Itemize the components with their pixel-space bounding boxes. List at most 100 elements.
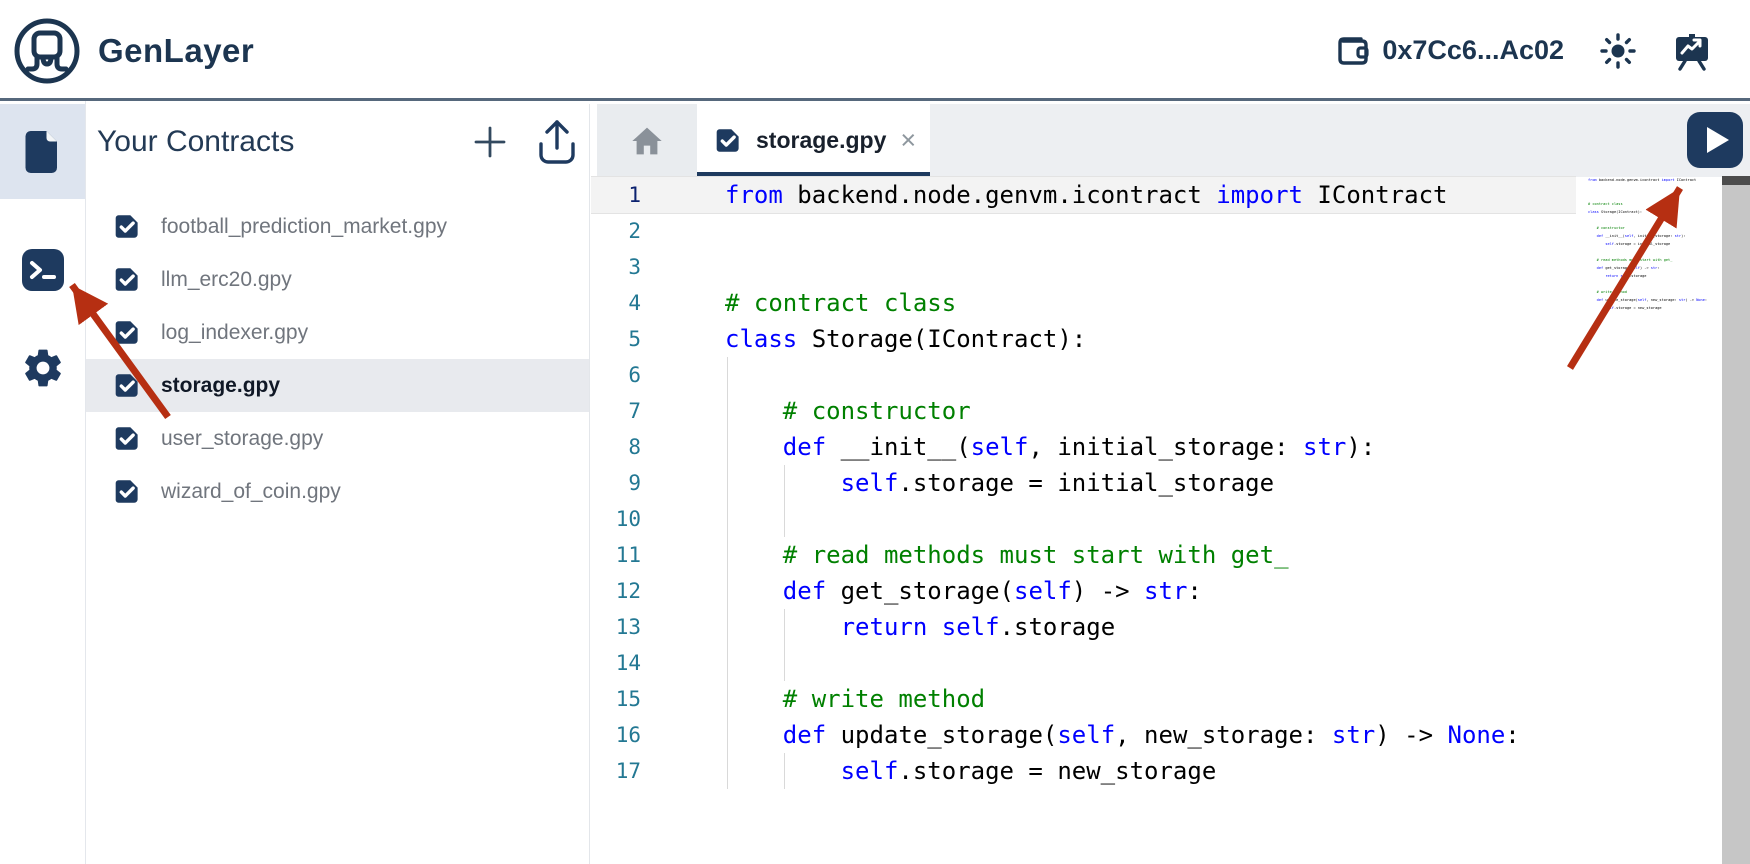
code-editor[interactable]: 1from backend.node.genvm.icontract impor…	[591, 177, 1576, 789]
code-text: def get_storage(self) -> str:	[1588, 266, 1659, 270]
minimap-line: def get_storage(self) -> str:	[1588, 264, 1718, 272]
code-line[interactable]: 16 def update_storage(self, new_storage:…	[591, 717, 1576, 753]
code-line[interactable]: 13 return self.storage	[591, 609, 1576, 645]
metrics-board-button[interactable]	[1672, 31, 1712, 71]
contract-file-name: log_indexer.gpy	[161, 321, 308, 345]
play-icon	[1707, 127, 1729, 153]
rail-item-settings[interactable]	[0, 320, 85, 415]
code-text: self.storage = new_storage	[725, 753, 1216, 789]
code-line[interactable]: 2	[591, 213, 1576, 249]
code-text: class Storage(IContract):	[725, 321, 1086, 357]
terminal-icon	[20, 247, 66, 293]
wallet-address-chip[interactable]: 0x7Cc6...Ac02	[1334, 32, 1564, 70]
code-text: # contract class	[725, 285, 956, 321]
contract-list-item[interactable]: llm_erc20.gpy	[86, 253, 589, 306]
code-line[interactable]: 1from backend.node.genvm.icontract impor…	[591, 177, 1576, 213]
file-check-icon	[114, 213, 141, 240]
run-contract-button[interactable]	[1687, 112, 1743, 168]
home-tab[interactable]	[597, 104, 697, 177]
line-number: 3	[591, 249, 641, 285]
code-line[interactable]: 3	[591, 249, 1576, 285]
code-line[interactable]: 14	[591, 645, 1576, 681]
activity-rail	[0, 104, 85, 864]
code-text: return self.storage	[725, 609, 1115, 645]
minimap-line: class Storage(IContract):	[1588, 208, 1718, 216]
contracts-panel-header: Your Contracts	[97, 112, 577, 172]
contract-file-name: llm_erc20.gpy	[161, 268, 292, 292]
indent-guide	[727, 357, 728, 393]
rail-item-contracts[interactable]	[0, 104, 85, 199]
scrollbar-thumb[interactable]	[1722, 176, 1750, 185]
code-line[interactable]: 9 self.storage = initial_storage	[591, 465, 1576, 501]
code-line[interactable]: 5 class Storage(IContract):	[591, 321, 1576, 357]
code-text: self.storage = initial_storage	[725, 465, 1274, 501]
sun-icon	[1598, 31, 1638, 71]
indent-guide	[784, 645, 785, 681]
tab-storage-gpy[interactable]: storage.gpy ×	[697, 104, 930, 177]
line-number: 14	[591, 645, 641, 681]
code-text: class Storage(IContract):	[1588, 210, 1642, 214]
contract-list-item[interactable]: user_storage.gpy	[86, 412, 589, 465]
genlayer-logo-icon	[12, 16, 82, 86]
editor-scrollbar[interactable]	[1722, 176, 1750, 864]
contract-list-item[interactable]: log_indexer.gpy	[86, 306, 589, 359]
minimap-line: def update_storage(self, new_storage: st…	[1588, 296, 1718, 304]
code-text: self.storage = initial_storage	[1588, 242, 1670, 246]
minimap-line: from backend.node.genvm.icontract import…	[1588, 176, 1718, 184]
line-number: 2	[591, 213, 641, 249]
indent-guide	[727, 645, 728, 681]
code-text: # constructor	[1588, 226, 1625, 230]
line-number: 1	[591, 177, 641, 213]
contract-list-item[interactable]: wizard_of_coin.gpy	[86, 465, 589, 518]
editor-minimap[interactable]: from backend.node.genvm.icontract import…	[1588, 176, 1718, 312]
code-text: # read methods must start with get_	[725, 537, 1289, 573]
line-number: 8	[591, 429, 641, 465]
close-tab-icon[interactable]: ×	[900, 127, 916, 154]
minimap-line: # contract class	[1588, 200, 1718, 208]
contracts-list: football_prediction_market.gpy llm_erc20…	[86, 200, 589, 518]
minimap-line	[1588, 280, 1718, 288]
gear-icon	[21, 346, 65, 390]
line-number: 9	[591, 465, 641, 501]
rail-item-terminal[interactable]	[0, 222, 85, 317]
add-contract-button[interactable]	[473, 125, 507, 159]
file-check-icon	[114, 372, 141, 399]
file-icon	[22, 129, 64, 175]
code-line[interactable]: 11 # read methods must start with get_	[591, 537, 1576, 573]
minimap-line: # read methods must start with get_	[1588, 256, 1718, 264]
code-line[interactable]: 17 self.storage = new_storage	[591, 753, 1576, 789]
minimap-line	[1588, 248, 1718, 256]
minimap-line: # constructor	[1588, 224, 1718, 232]
minimap-line	[1588, 216, 1718, 224]
code-text: self.storage = new_storage	[1588, 306, 1662, 310]
code-line[interactable]: 4# contract class	[591, 285, 1576, 321]
code-text: # contract class	[1588, 202, 1623, 206]
file-check-icon	[114, 319, 141, 346]
code-text: return self.storage	[1588, 274, 1646, 278]
line-number: 10	[591, 501, 641, 537]
wallet-icon	[1334, 32, 1372, 70]
line-number: 5	[591, 321, 641, 357]
contract-file-name: storage.gpy	[161, 374, 280, 398]
theme-toggle-button[interactable]	[1598, 31, 1638, 71]
indent-guide	[727, 501, 728, 537]
upload-contract-button[interactable]	[537, 118, 577, 166]
code-line[interactable]: 6	[591, 357, 1576, 393]
code-line[interactable]: 10	[591, 501, 1576, 537]
file-check-icon	[114, 425, 141, 452]
line-number: 16	[591, 717, 641, 753]
code-line[interactable]: 15 # write method	[591, 681, 1576, 717]
contracts-title: Your Contracts	[97, 125, 473, 159]
code-line[interactable]: 7 # constructor	[591, 393, 1576, 429]
code-line[interactable]: 8 def __init__(self, initial_storage: st…	[591, 429, 1576, 465]
code-text: def update_storage(self, new_storage: st…	[1588, 298, 1707, 302]
indent-guide	[784, 501, 785, 537]
contract-list-item[interactable]: football_prediction_market.gpy	[86, 200, 589, 253]
contract-list-item[interactable]: storage.gpy	[86, 359, 589, 412]
code-text: from backend.node.genvm.icontract import…	[1588, 178, 1696, 182]
file-check-icon	[715, 127, 742, 154]
minimap-line	[1588, 192, 1718, 200]
line-number: 15	[591, 681, 641, 717]
home-icon	[631, 126, 663, 156]
code-line[interactable]: 12 def get_storage(self) -> str:	[591, 573, 1576, 609]
